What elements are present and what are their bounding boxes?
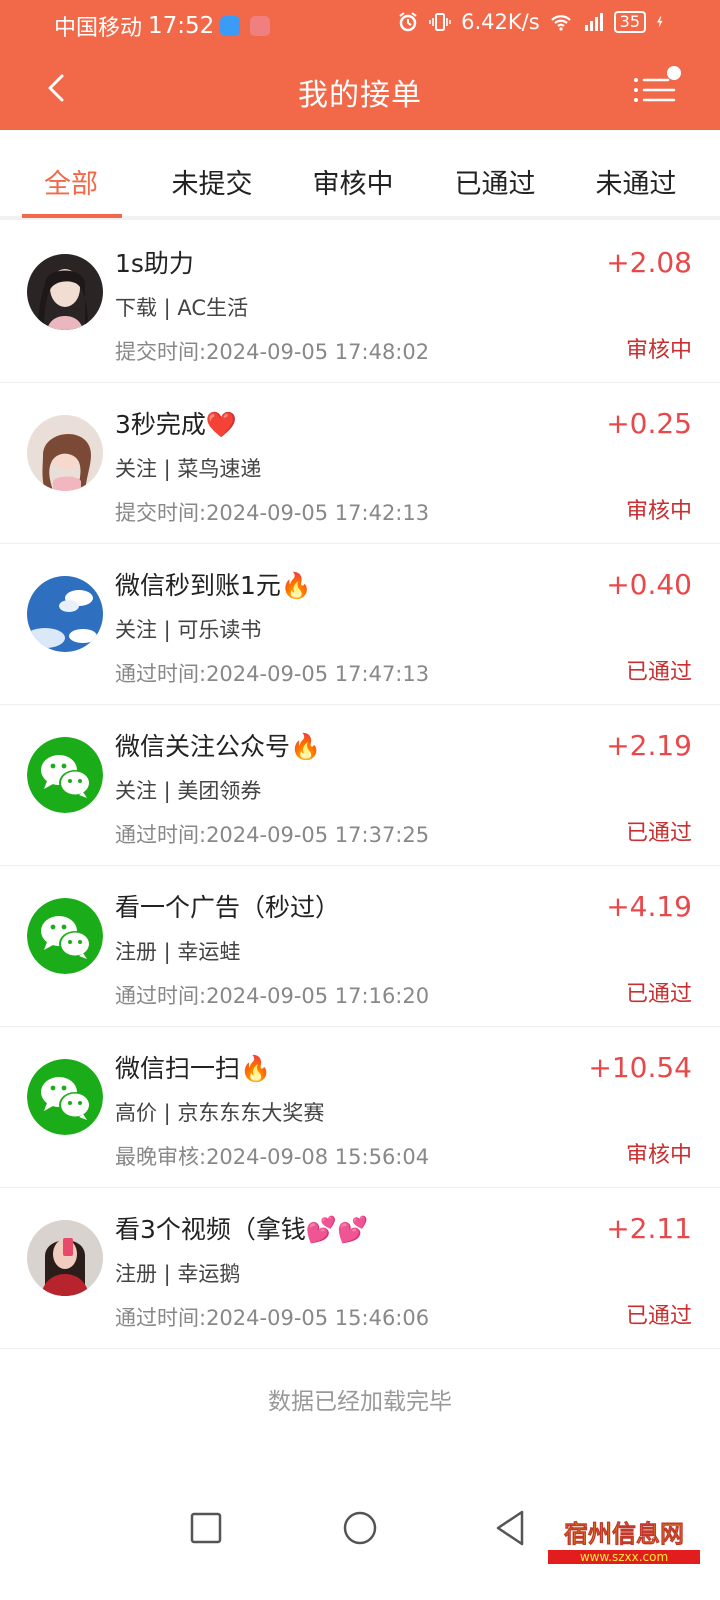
huawei-notification-icon xyxy=(250,16,271,36)
order-status: 审核中 xyxy=(625,338,692,363)
order-status: 审核中 xyxy=(625,1143,692,1168)
signal-icon xyxy=(584,13,603,31)
order-amount: +2.19 xyxy=(606,729,692,762)
order-status: 已通过 xyxy=(625,982,692,1007)
order-title: 看一个广告（秒过） xyxy=(115,893,341,922)
order-time: 通过时间:2024-09-05 15:46:06 xyxy=(115,1306,430,1330)
page-title: 我的接单 xyxy=(298,78,422,113)
tab-all[interactable]: 全部 xyxy=(11,162,131,201)
active-tab-indicator xyxy=(22,214,122,218)
status-bar: 中国移动 17:52 6.42K/s 35 xyxy=(0,0,720,50)
order-row[interactable]: 微信秒到账1元🔥 关注 | 可乐读书 通过时间:2024-09-05 17:47… xyxy=(0,544,720,705)
tab-not-submitted[interactable]: 未提交 xyxy=(152,162,272,201)
list-end-note: 数据已经加载完毕 xyxy=(268,1389,452,1415)
order-category: 关注 | 菜鸟速递 xyxy=(115,457,262,481)
status-time: 17:52 xyxy=(148,13,215,39)
wechat-icon xyxy=(27,737,103,813)
order-title: 微信关注公众号🔥 xyxy=(115,732,322,761)
order-category: 注册 | 幸运蛙 xyxy=(115,940,241,964)
wifi-icon xyxy=(550,15,571,31)
charging-icon xyxy=(657,16,663,28)
order-amount: +2.11 xyxy=(606,1212,692,1245)
top-bar: 中国移动 17:52 6.42K/s 35 我的接单 xyxy=(0,0,720,130)
alarm-icon xyxy=(399,12,417,32)
recent-apps-square-icon[interactable] xyxy=(184,1506,228,1550)
home-circle-icon[interactable] xyxy=(338,1506,382,1550)
order-category: 高价 | 京东东东大奖赛 xyxy=(115,1101,325,1125)
svg-text:宿州信息网: 宿州信息网 xyxy=(564,1519,684,1548)
order-amount: +0.40 xyxy=(606,568,692,601)
sky-avatar xyxy=(27,576,103,652)
tab-approved[interactable]: 已通过 xyxy=(435,162,555,201)
order-title: 1s助力 xyxy=(115,249,194,278)
order-row[interactable]: 微信扫一扫🔥 高价 | 京东东东大奖赛 最晚审核:2024-09-08 15:5… xyxy=(0,1027,720,1188)
user-photo-avatar xyxy=(27,1220,103,1296)
wechat-icon xyxy=(27,1059,103,1135)
order-time: 提交时间:2024-09-05 17:48:02 xyxy=(115,340,430,364)
order-category: 关注 | 可乐读书 xyxy=(115,618,262,642)
tab-under-review[interactable]: 审核中 xyxy=(293,162,413,201)
order-title: 3秒完成❤️ xyxy=(115,410,238,439)
order-title: 看3个视频（拿钱💕💕 xyxy=(115,1215,369,1244)
wechat-icon xyxy=(27,898,103,974)
order-time: 提交时间:2024-09-05 17:42:13 xyxy=(115,501,430,525)
order-amount: +10.54 xyxy=(588,1051,692,1084)
order-status: 已通过 xyxy=(625,660,692,685)
order-time: 通过时间:2024-09-05 17:47:13 xyxy=(115,662,430,686)
order-category: 下载 | AC生活 xyxy=(115,296,249,320)
user-photo-avatar xyxy=(27,415,103,491)
qq-notification-icon xyxy=(220,16,241,36)
order-amount: +4.19 xyxy=(606,890,692,923)
order-amount: +2.08 xyxy=(606,246,692,279)
menu-list-icon[interactable] xyxy=(632,66,686,110)
vibrate-icon xyxy=(429,13,451,31)
back-triangle-icon[interactable] xyxy=(490,1506,534,1550)
order-time: 最晚审核:2024-09-08 15:56:04 xyxy=(115,1145,430,1169)
order-amount: +0.25 xyxy=(606,407,692,440)
order-row[interactable]: 微信关注公众号🔥 关注 | 美团领券 通过时间:2024-09-05 17:37… xyxy=(0,705,720,866)
order-row[interactable]: 看一个广告（秒过） 注册 | 幸运蛙 通过时间:2024-09-05 17:16… xyxy=(0,866,720,1027)
svg-text:www.szxx.com: www.szxx.com xyxy=(580,1550,668,1564)
order-title: 微信秒到账1元🔥 xyxy=(115,571,313,600)
order-time: 通过时间:2024-09-05 17:16:20 xyxy=(115,984,430,1008)
battery-indicator: 35 xyxy=(613,11,646,33)
order-status: 已通过 xyxy=(625,1304,692,1329)
carrier-label: 中国移动 xyxy=(54,16,143,41)
tab-rejected[interactable]: 未通过 xyxy=(576,162,696,201)
filter-tabs: 全部 未提交 审核中 已通过 未通过 xyxy=(0,130,720,220)
site-watermark-logo: 宿州信息网 www.szxx.com xyxy=(548,1519,700,1564)
order-category: 注册 | 幸运鹅 xyxy=(115,1262,241,1286)
order-status: 审核中 xyxy=(625,499,692,524)
order-row[interactable]: 1s助力 下载 | AC生活 提交时间:2024-09-05 17:48:02 … xyxy=(0,222,720,383)
order-list: 1s助力 下载 | AC生活 提交时间:2024-09-05 17:48:02 … xyxy=(0,222,720,1349)
order-row[interactable]: 3秒完成❤️ 关注 | 菜鸟速递 提交时间:2024-09-05 17:42:1… xyxy=(0,383,720,544)
user-photo-avatar xyxy=(27,254,103,330)
order-time: 通过时间:2024-09-05 17:37:25 xyxy=(115,823,430,847)
app-header: 我的接单 xyxy=(0,50,720,130)
network-speed: 6.42K/s xyxy=(461,10,540,34)
order-row[interactable]: 看3个视频（拿钱💕💕 注册 | 幸运鹅 通过时间:2024-09-05 15:4… xyxy=(0,1188,720,1349)
order-category: 关注 | 美团领券 xyxy=(115,779,262,803)
order-status: 已通过 xyxy=(625,821,692,846)
order-title: 微信扫一扫🔥 xyxy=(115,1054,272,1083)
